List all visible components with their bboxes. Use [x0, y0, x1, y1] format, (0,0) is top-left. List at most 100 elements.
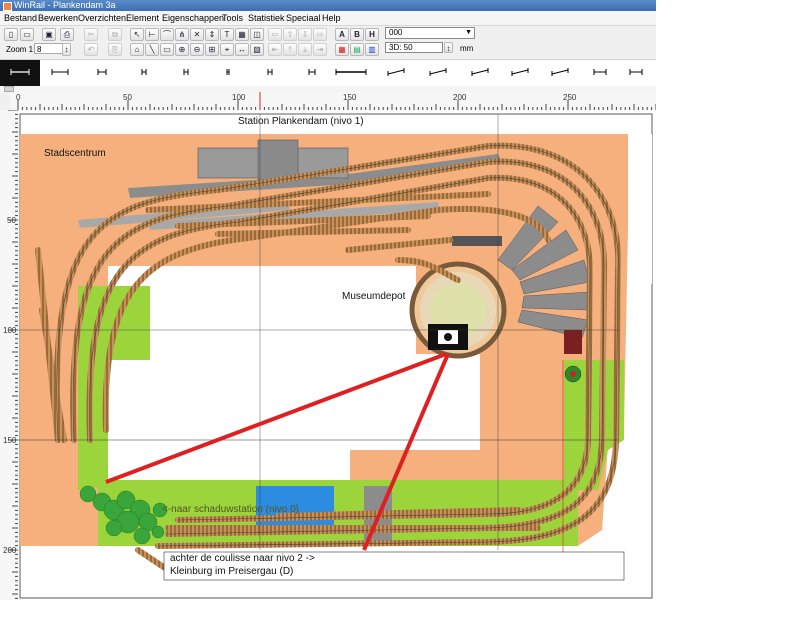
crossing-tool[interactable]: ⇕ [205, 28, 219, 41]
track-piece-3[interactable] [82, 60, 122, 86]
track-palette [0, 59, 656, 87]
menu-statistiek[interactable]: Statistiek [248, 12, 285, 24]
menu-tools[interactable]: Tools [222, 12, 243, 24]
text-b-button[interactable]: B [350, 28, 364, 41]
track-piece-curve-3[interactable] [460, 60, 500, 86]
toolbar: ▯ ▭ ▣ ⎙ ✂ ↶ ⧉ ⎘ Zoom 1: 8 ↕ ↖ ⊢ ⌒ ⋔ ✕ ⇕ … [0, 26, 656, 59]
menu-speciaal[interactable]: Speciaal [286, 12, 321, 24]
label-museumdepot: Museumdepot [342, 291, 406, 302]
curve-track-tool[interactable]: ⌒ [160, 28, 174, 41]
align-left-button[interactable]: ⇤ [268, 43, 282, 56]
align-bottom-button[interactable]: ⤓ [298, 43, 312, 56]
layer-color-icon[interactable]: ▤ [350, 43, 364, 56]
track-piece-curve-4[interactable] [500, 60, 540, 86]
track-piece-9[interactable] [326, 60, 376, 86]
line-tool[interactable]: ╲ [145, 43, 159, 56]
layer-select-value: 000 [389, 28, 403, 37]
track-piece-curve-2[interactable] [418, 60, 458, 86]
track-piece-11[interactable] [616, 60, 656, 86]
text-a-button[interactable]: A [335, 28, 349, 41]
move-up-button[interactable]: ⇧ [283, 28, 297, 41]
chevron-down-icon: ▼ [465, 29, 472, 36]
select-arrow-tool[interactable]: ↖ [130, 28, 144, 41]
measure-tool[interactable]: ⌖ [220, 43, 234, 56]
platform-tool[interactable]: ⌂ [130, 43, 144, 56]
layer-grid-icon[interactable]: ▦ [335, 43, 349, 56]
ruler-label-150: 150 [343, 93, 357, 102]
dimension-tool[interactable]: ↔ [235, 43, 249, 56]
track-plan-canvas[interactable]: Station Plankendam (nivo 1) Stadscentrum… [18, 110, 656, 600]
open-file-button[interactable]: ▭ [20, 28, 34, 41]
winrail-window: WinRail - Plankendam 3a Bestand Bewerken… [0, 0, 656, 600]
track-piece-4[interactable] [124, 60, 164, 86]
label-schaduwstation: <-naar schaduwstation (nivo 0) [162, 504, 300, 515]
desktop-background [0, 600, 800, 640]
layer-palette-icon[interactable]: ▥ [365, 43, 379, 56]
track-piece-5[interactable] [166, 60, 206, 86]
turntable-tool[interactable]: ◫ [250, 28, 264, 41]
track-piece-1[interactable] [0, 60, 40, 86]
align-top-button[interactable]: ⤒ [283, 43, 297, 56]
image-tool[interactable]: ▦ [235, 28, 249, 41]
track-piece-7[interactable] [250, 60, 290, 86]
menu-eigenschappen[interactable]: Eigenschappen [162, 12, 224, 24]
track-piece-6[interactable] [208, 60, 248, 86]
ruler-label-100: 100 [232, 93, 246, 102]
color-tool[interactable]: ▧ [250, 43, 264, 56]
track-piece-curve-5[interactable] [540, 60, 580, 86]
switch-track-tool[interactable]: ⋔ [175, 28, 189, 41]
menu-bewerken[interactable]: Bewerken [38, 12, 78, 24]
grid-tool[interactable]: ⊞ [205, 43, 219, 56]
double-switch-tool[interactable]: ✕ [190, 28, 204, 41]
zoom-input[interactable]: 8 [34, 43, 64, 54]
undo-button[interactable]: ↶ [84, 43, 98, 56]
ruler-ticks [17, 92, 656, 110]
track-piece-10[interactable] [580, 60, 620, 86]
app-icon [3, 2, 12, 11]
zoom-spinner[interactable]: ↕ [62, 43, 71, 56]
save-button[interactable]: ▣ [42, 28, 56, 41]
height-3d-input[interactable]: 3D: 50 [385, 42, 443, 53]
new-file-button[interactable]: ▯ [4, 28, 18, 41]
cut-button[interactable]: ✂ [84, 28, 98, 41]
track-plan-drawing [18, 113, 653, 599]
rotate-right-button[interactable]: ⇨ [313, 28, 327, 41]
height-unit-label: mm [460, 44, 474, 53]
track-piece-curve-1[interactable] [376, 60, 416, 86]
ruler-label-0: 0 [16, 93, 21, 102]
height-spinner[interactable]: ↕ [444, 42, 453, 53]
ruler-label-v50: 50 [7, 216, 16, 225]
ruler-label-v200: 200 [3, 546, 17, 555]
track-piece-2[interactable] [40, 60, 80, 86]
menu-element[interactable]: Element [126, 12, 159, 24]
menu-overzichten[interactable]: Overzichten [78, 12, 126, 24]
rotate-left-button[interactable]: ⇦ [268, 28, 282, 41]
move-down-button[interactable]: ⇩ [298, 28, 312, 41]
label-coulisse-line1: achter de coulisse naar nivo 2 -> [170, 553, 315, 564]
zoom-label: Zoom 1: [6, 45, 36, 54]
depot-shed [452, 236, 502, 246]
copy-button[interactable]: ⧉ [108, 28, 122, 41]
paste-button[interactable]: ⎘ [108, 43, 122, 56]
rectangle-tool[interactable]: ▭ [160, 43, 174, 56]
align-right-button[interactable]: ⇥ [313, 43, 327, 56]
text-tool[interactable]: T [220, 28, 234, 41]
ruler-label-v150: 150 [3, 436, 17, 445]
horizontal-ruler: 0 50 100 150 200 250 [10, 92, 656, 111]
ruler-label-v100: 100 [3, 326, 17, 335]
title-bar: WinRail - Plankendam 3a [0, 0, 656, 11]
menu-bar: Bestand Bewerken Overzichten Element Eig… [0, 11, 656, 26]
zoom-in-tool[interactable]: ⊕ [175, 43, 189, 56]
zoom-out-tool[interactable]: ⊖ [190, 43, 204, 56]
straight-track-tool[interactable]: ⊢ [145, 28, 159, 41]
ruler-label-50: 50 [123, 93, 132, 102]
menu-bestand[interactable]: Bestand [4, 12, 37, 24]
ruler-label-250: 250 [563, 93, 577, 102]
label-stadscentrum: Stadscentrum [44, 148, 106, 159]
menu-help[interactable]: Help [322, 12, 341, 24]
label-coulisse-line2: Kleinburg im Preisergau (D) [170, 566, 294, 577]
text-h-button[interactable]: H [365, 28, 379, 41]
vertical-ruler: 50 100 150 200 [0, 110, 19, 600]
layer-select[interactable]: 000 ▼ [385, 27, 475, 39]
print-button[interactable]: ⎙ [60, 28, 74, 41]
